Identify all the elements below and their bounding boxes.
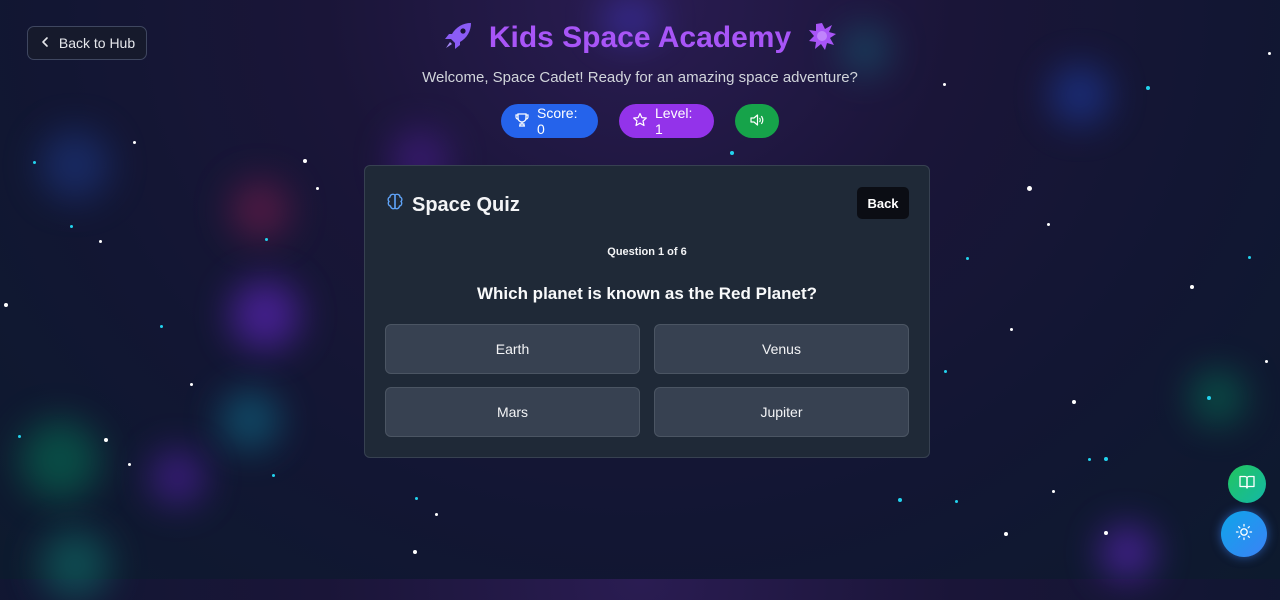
app-title: Kids Space Academy bbox=[488, 21, 792, 54]
stats-bar: Score: 0 Level: 1 bbox=[0, 104, 1280, 138]
star-icon bbox=[632, 112, 648, 131]
level-badge[interactable]: Level: 1 bbox=[619, 104, 714, 138]
welcome-subtitle: Welcome, Space Cadet! Ready for an amazi… bbox=[422, 69, 858, 86]
score-badge[interactable]: Score: 0 bbox=[501, 104, 598, 138]
sound-toggle-button[interactable] bbox=[735, 104, 779, 138]
answer-option-mars[interactable]: Mars bbox=[385, 387, 640, 437]
question-text: Which planet is known as the Red Planet? bbox=[476, 284, 818, 303]
level-label: Level: 1 bbox=[655, 105, 693, 137]
theme-toggle-button[interactable] bbox=[1221, 511, 1267, 557]
page-header: Kids Space Academy Welcome, Space Cadet!… bbox=[0, 18, 1280, 86]
book-open-icon bbox=[1238, 473, 1256, 496]
brain-icon bbox=[385, 192, 405, 218]
quiz-card: Space Quiz Back Question 1 of 6 Which pl… bbox=[364, 165, 930, 458]
answer-options: Earth Venus Mars Jupiter bbox=[385, 324, 909, 437]
trophy-icon bbox=[514, 112, 530, 131]
rocket-icon bbox=[441, 19, 475, 58]
quiz-title: Space Quiz bbox=[385, 192, 520, 218]
splat-icon bbox=[805, 19, 839, 58]
question-progress: Question 1 of 6 bbox=[607, 246, 687, 258]
book-button[interactable] bbox=[1228, 465, 1266, 503]
answer-option-jupiter[interactable]: Jupiter bbox=[654, 387, 909, 437]
speaker-icon bbox=[749, 112, 765, 131]
answer-option-venus[interactable]: Venus bbox=[654, 324, 909, 374]
quiz-title-label: Space Quiz bbox=[412, 193, 520, 216]
score-label: Score: 0 bbox=[537, 105, 578, 137]
answer-option-earth[interactable]: Earth bbox=[385, 324, 640, 374]
quiz-back-button[interactable]: Back bbox=[857, 187, 909, 219]
sun-icon bbox=[1235, 523, 1253, 546]
